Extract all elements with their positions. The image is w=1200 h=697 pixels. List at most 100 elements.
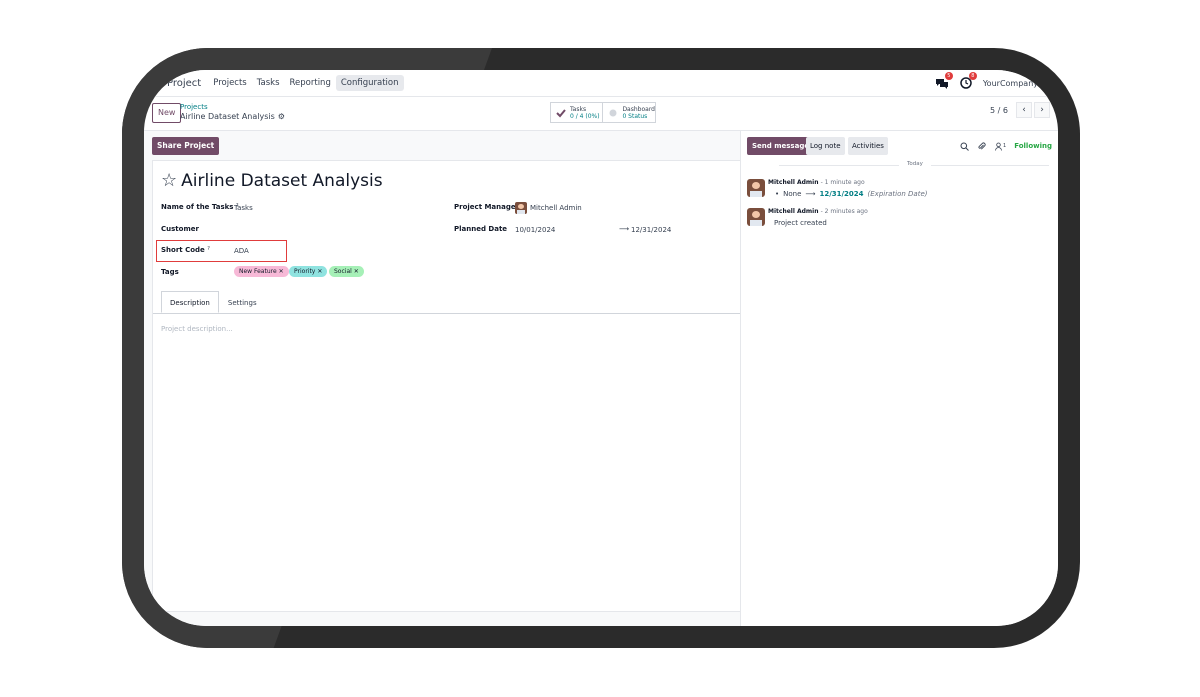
followers-count: 1 — [1003, 143, 1007, 149]
tracking-new-value: 12/31/2024 — [819, 190, 864, 198]
remove-tag-icon[interactable]: ✕ — [354, 268, 359, 275]
chatter-tools: 1 Following — [952, 137, 1052, 155]
message-time: - 2 minutes ago — [820, 208, 868, 215]
company-logo[interactable] — [1046, 76, 1058, 90]
activities-clock-icon[interactable]: 8 — [959, 72, 977, 90]
smart-buttons: Tasks 0 / 4 (0%) Dashboard 0 Status — [550, 102, 656, 123]
short-code-field[interactable]: ADA — [234, 247, 249, 255]
navbar-systray: 5 8 YourCompany — [935, 70, 1058, 96]
tag-label: Priority — [294, 268, 316, 275]
message-body: Project created — [774, 219, 827, 227]
tags-label: Tags — [161, 268, 179, 276]
new-button[interactable]: New — [152, 103, 182, 123]
control-panel: New Projects Airline Dataset Analysis ⚙ … — [144, 96, 1058, 131]
bullet-icon: • — [775, 190, 780, 198]
menu-reporting[interactable]: Reporting — [290, 78, 331, 88]
tag-label: Social — [334, 268, 352, 275]
arrow-right-icon: ⟶ — [619, 225, 630, 233]
remove-tag-icon[interactable]: ✕ — [317, 268, 322, 275]
chevron-left-icon: ‹ — [1022, 105, 1026, 115]
short-code-label-text: Short Code — [161, 246, 205, 254]
tracking-field-name: (Expiration Date) — [867, 190, 928, 198]
share-project-button[interactable]: Share Project — [152, 137, 220, 155]
search-icon[interactable] — [960, 142, 969, 151]
messages-badge: 5 — [944, 72, 953, 80]
favorite-star-icon[interactable]: ☆ — [161, 171, 177, 191]
tag-new-feature[interactable]: New Feature ✕ — [234, 266, 289, 277]
tag-social[interactable]: Social ✕ — [329, 266, 364, 277]
chatter-panel: Send message Log note Activities 1 Follo… — [741, 131, 1058, 626]
company-switcher[interactable]: YourCompany — [983, 79, 1038, 88]
help-tooltip-icon[interactable]: ? — [207, 246, 210, 252]
form-view: Share Project ☆ Airline Dataset Analysis… — [144, 131, 741, 626]
app-screen: Project Projects Tasks Reporting Configu… — [144, 70, 1058, 626]
name-of-tasks-field[interactable]: Tasks — [234, 204, 253, 212]
tasks-smart-label: Tasks — [570, 105, 587, 113]
menu-projects[interactable]: Projects — [213, 78, 247, 88]
menu-tasks[interactable]: Tasks — [257, 78, 280, 88]
message-time: - 1 minute ago — [820, 179, 865, 186]
tag-priority[interactable]: Priority ✕ — [289, 266, 328, 277]
tracking-old-value: None — [783, 190, 802, 198]
apps-menu-icon[interactable] — [152, 78, 161, 88]
messages-icon[interactable]: 5 — [935, 72, 953, 90]
tasks-smart-value: 0 / 4 (0%) — [570, 112, 600, 120]
planned-start-date[interactable]: 10/01/2024 — [515, 226, 555, 234]
paperclip-icon[interactable] — [977, 142, 986, 151]
remove-tag-icon[interactable]: ✕ — [279, 268, 284, 275]
status-circle-icon — [608, 108, 618, 118]
dashboard-smart-value: 0 Status — [622, 112, 648, 120]
message-header: Mitchell Admin - 2 minutes ago — [768, 208, 868, 215]
following-button[interactable]: Following — [1014, 142, 1052, 150]
followers-button[interactable]: 1 — [994, 142, 1006, 151]
description-editor[interactable]: Project description... — [161, 325, 233, 333]
short-code-label: Short Code ? — [161, 246, 210, 254]
pager-next-button[interactable]: › — [1034, 102, 1050, 118]
user-avatar — [515, 202, 527, 214]
tasks-smart-button[interactable]: Tasks 0 / 4 (0%) — [551, 103, 602, 122]
customer-field[interactable] — [234, 223, 434, 235]
pager-value[interactable]: 5 / 6 — [990, 106, 1008, 115]
tab-description[interactable]: Description — [161, 291, 219, 313]
dashboard-smart-button[interactable]: Dashboard 0 Status — [602, 103, 655, 122]
name-of-tasks-label-text: Name of the Tasks — [161, 203, 234, 211]
breadcrumb-projects[interactable]: Projects — [180, 103, 208, 111]
app-name[interactable]: Project — [167, 78, 201, 89]
planned-end-date[interactable]: 12/31/2024 — [631, 226, 671, 234]
form-sheet: ☆ Airline Dataset Analysis Name of the T… — [152, 160, 741, 612]
date-separator: Today — [779, 161, 1049, 169]
send-message-button[interactable]: Send message — [747, 137, 815, 155]
title-row: ☆ Airline Dataset Analysis — [161, 171, 383, 192]
notebook-tabs: Description Settings — [161, 291, 266, 313]
tabs-divider — [153, 313, 740, 314]
user-icon — [995, 142, 1002, 151]
message-author[interactable]: Mitchell Admin — [768, 208, 819, 215]
message-author[interactable]: Mitchell Admin — [768, 179, 819, 186]
activities-button[interactable]: Activities — [848, 137, 888, 155]
chevron-right-icon: › — [1040, 105, 1044, 115]
breadcrumb-current: Airline Dataset Analysis ⚙ — [180, 112, 285, 121]
device-frame: Project Projects Tasks Reporting Configu… — [122, 48, 1080, 648]
checkmark-icon — [556, 108, 566, 118]
dashboard-smart-label: Dashboard — [622, 105, 655, 113]
tag-label: New Feature — [239, 268, 277, 275]
planned-date-label: Planned Date — [454, 225, 508, 233]
name-of-tasks-label: Name of the Tasks ? — [161, 203, 239, 211]
pager-previous-button[interactable]: ‹ — [1016, 102, 1032, 118]
project-title[interactable]: Airline Dataset Analysis — [181, 171, 382, 191]
project-manager-field[interactable]: Mitchell Admin — [530, 204, 582, 212]
arrow-right-icon: ⟶ — [805, 190, 816, 198]
customer-label: Customer — [161, 225, 199, 233]
author-avatar — [747, 208, 765, 226]
record-pager: 5 / 6 ‹ › — [990, 102, 1050, 118]
activities-badge: 8 — [968, 72, 977, 80]
menu-configuration[interactable]: Configuration — [335, 75, 404, 91]
top-navbar: Project Projects Tasks Reporting Configu… — [144, 70, 1058, 97]
message-header: Mitchell Admin - 1 minute ago — [768, 179, 865, 186]
breadcrumb-current-label: Airline Dataset Analysis — [180, 112, 275, 121]
gear-icon[interactable]: ⚙ — [278, 112, 285, 121]
project-manager-label: Project Manager — [454, 203, 520, 211]
log-note-button[interactable]: Log note — [806, 137, 845, 155]
tab-settings[interactable]: Settings — [219, 291, 266, 313]
author-avatar — [747, 179, 765, 197]
